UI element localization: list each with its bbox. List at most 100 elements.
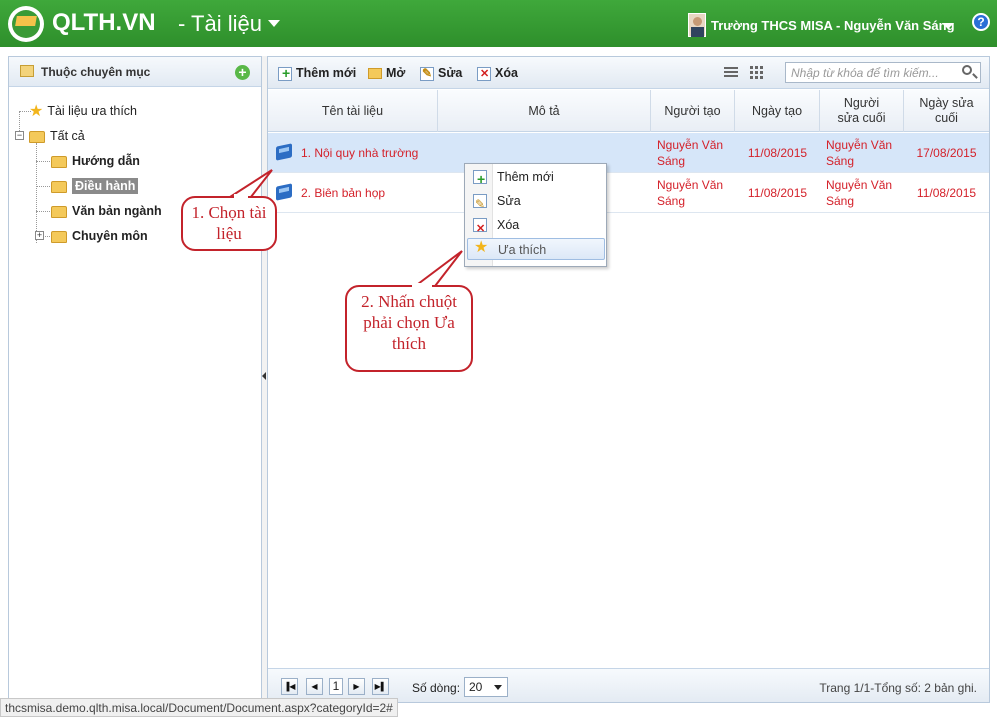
delete-icon xyxy=(477,66,491,81)
table-row[interactable]: 1. Nội quy nhà trường Nguyễn Văn Sáng 11… xyxy=(268,133,989,173)
tree-label: Chuyên môn xyxy=(72,229,148,243)
context-menu-label: Ưa thích xyxy=(498,243,547,257)
row-edited: 11/08/2015 xyxy=(916,186,977,200)
search-input[interactable]: Nhập từ khóa để tìm kiếm... xyxy=(785,62,981,83)
column-header-creator[interactable]: Người tạo xyxy=(651,90,735,132)
toolbar: Thêm mới Mở Sửa Xóa Nhập từ khóa để tìm … xyxy=(268,57,989,89)
row-creator: Nguyễn Văn Sáng xyxy=(657,178,724,208)
add-label: Thêm mới xyxy=(296,66,357,80)
tree-item-favorites[interactable]: ★ Tài liệu ưa thích xyxy=(29,101,137,121)
add-icon xyxy=(278,65,292,81)
open-button[interactable]: Mở xyxy=(368,66,405,80)
folder-icon xyxy=(51,205,67,218)
folder-open-icon xyxy=(368,68,382,80)
tree-item-dieu-hanh[interactable]: Điều hành xyxy=(51,176,139,196)
user-menu-caret-icon[interactable] xyxy=(942,23,954,29)
app-logo[interactable] xyxy=(8,6,44,42)
document-icon xyxy=(276,183,292,201)
add-button[interactable]: Thêm mới xyxy=(278,65,357,81)
tree-label-selected: Điều hành xyxy=(72,178,139,194)
context-menu-label: Xóa xyxy=(497,218,520,232)
document-icon xyxy=(276,143,292,161)
page-info: Trang 1/1-Tổng số: 2 bản ghi. xyxy=(819,681,977,695)
delete-label: Xóa xyxy=(495,66,518,80)
context-menu-edit[interactable]: Sửa xyxy=(467,190,605,215)
rows-per-page-value: 20 xyxy=(469,680,483,694)
table-row[interactable]: 2. Biên bản họp Nguyễn Văn Sáng 11/08/20… xyxy=(268,173,989,213)
category-icon xyxy=(20,65,34,77)
edit-icon xyxy=(420,66,434,81)
collapse-arrow-icon[interactable] xyxy=(262,372,266,380)
first-page-icon[interactable]: ▐◀ xyxy=(281,678,298,695)
delete-icon xyxy=(473,218,487,240)
callout-step-1: 1. Chọn tài liệu xyxy=(181,196,277,251)
row-edited: 17/08/2015 xyxy=(916,146,977,160)
tree-label: Tài liệu ưa thích xyxy=(47,104,138,118)
module-title[interactable]: - Tài liệu xyxy=(178,11,262,37)
rows-per-page-select[interactable]: 20 xyxy=(464,677,508,697)
category-panel-title: Thuộc chuyên mục xyxy=(41,65,151,79)
edit-label: Sửa xyxy=(438,66,463,80)
rows-per-page-label: Số dòng: xyxy=(412,681,461,695)
prev-page-icon[interactable]: ◀ xyxy=(306,678,323,695)
browser-status-bar: thcsmisa.demo.qlth.misa.local/Document/D… xyxy=(0,698,398,717)
collapse-icon[interactable]: − xyxy=(15,131,24,140)
callout-step-2: 2. Nhấn chuột phải chọn Ưa thích xyxy=(345,285,473,372)
row-editor: Nguyễn Văn Sáng xyxy=(826,178,893,208)
context-menu-add[interactable]: Thêm mới xyxy=(467,166,605,190)
brand-name[interactable]: QLTH.VN xyxy=(52,9,156,37)
help-icon[interactable]: ? xyxy=(972,13,990,31)
row-name: 1. Nội quy nhà trường xyxy=(301,146,419,160)
column-header-edited[interactable]: Ngày sửa cuối xyxy=(904,90,989,132)
column-header-created[interactable]: Ngày tạo xyxy=(735,90,820,132)
list-view-icon[interactable] xyxy=(724,67,738,79)
last-page-icon[interactable]: ▶▌ xyxy=(372,678,389,695)
expand-icon[interactable]: + xyxy=(35,231,44,240)
delete-button[interactable]: Xóa xyxy=(477,66,518,81)
module-caret-icon[interactable] xyxy=(268,20,280,27)
context-menu-favorite[interactable]: ★ Ưa thích xyxy=(467,238,605,260)
user-name[interactable]: Trường THCS MISA - Nguyễn Văn Sáng xyxy=(711,18,955,33)
row-name: 2. Biên bản họp xyxy=(301,186,386,200)
row-editor: Nguyễn Văn Sáng xyxy=(826,138,893,168)
callout-join xyxy=(234,194,248,199)
folder-icon xyxy=(29,130,45,143)
grid-view-icon[interactable] xyxy=(750,66,764,80)
tree-item-chuyen-mon[interactable]: Chuyên môn xyxy=(51,226,148,246)
page-number-input[interactable]: 1 xyxy=(329,678,343,695)
grid-header: Tên tài liệu Mô tả Người tạo Ngày tạo Ng… xyxy=(268,90,989,132)
row-created: 11/08/2015 xyxy=(747,186,808,200)
context-menu-delete[interactable]: Xóa xyxy=(467,214,605,240)
context-menu-label: Thêm mới xyxy=(497,170,554,184)
search-icon[interactable] xyxy=(962,65,972,75)
add-category-icon[interactable]: + xyxy=(235,65,250,80)
tree-label: Hướng dẫn xyxy=(72,154,140,168)
column-header-description[interactable]: Mô tả xyxy=(438,90,651,132)
column-header-editor[interactable]: Người sửa cuối xyxy=(820,90,904,132)
star-icon: ★ xyxy=(29,102,44,120)
tree-item-huong-dan[interactable]: Hướng dẫn xyxy=(51,151,140,171)
callout-join xyxy=(412,283,432,288)
folder-icon xyxy=(51,230,67,243)
edit-button[interactable]: Sửa xyxy=(420,66,462,81)
row-created: 11/08/2015 xyxy=(747,146,808,160)
tree-label: Tất cả xyxy=(50,129,85,143)
folder-icon xyxy=(51,155,67,168)
user-avatar xyxy=(688,13,706,37)
context-menu: Thêm mới Sửa Xóa ★ Ưa thích xyxy=(464,163,607,267)
tree-item-all[interactable]: Tất cả xyxy=(29,126,85,146)
tree-item-van-ban-nganh[interactable]: Văn bản ngành xyxy=(51,201,162,221)
pager: ▐◀ ◀ 1 ▶ ▶▌ Số dòng: 20 Trang 1/1-Tổng s… xyxy=(268,668,989,702)
app-header: QLTH.VN - Tài liệu Trường THCS MISA - Ng… xyxy=(0,0,997,47)
column-header-name[interactable]: Tên tài liệu xyxy=(268,90,438,132)
tree-label: Văn bản ngành xyxy=(72,204,162,218)
document-panel: Thêm mới Mở Sửa Xóa Nhập từ khóa để tìm … xyxy=(267,56,990,703)
folder-icon xyxy=(51,180,67,193)
add-icon xyxy=(473,168,487,190)
category-panel: Thuộc chuyên mục + ★ Tài liệu ưa thích − … xyxy=(8,56,262,703)
star-icon: ★ xyxy=(474,239,489,256)
open-label: Mở xyxy=(386,66,406,80)
context-menu-label: Sửa xyxy=(497,194,521,208)
category-panel-header: Thuộc chuyên mục + xyxy=(9,57,261,87)
next-page-icon[interactable]: ▶ xyxy=(348,678,365,695)
